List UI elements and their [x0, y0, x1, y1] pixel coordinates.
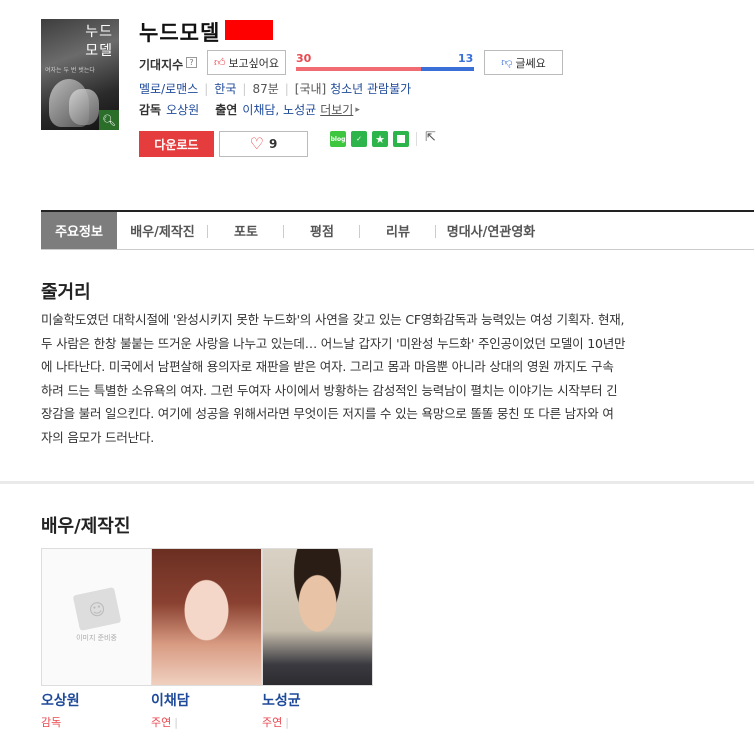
- nah-count: 13: [458, 52, 474, 65]
- cast-name[interactable]: 오상원: [41, 690, 152, 710]
- genre-link[interactable]: 멜로/로맨스: [139, 80, 198, 97]
- like-count: 9: [268, 137, 278, 151]
- cast-photo-placeholder[interactable]: ☺ 이미지 준비중: [41, 548, 152, 686]
- cast-role: 감독: [41, 716, 62, 729]
- tab-cast-crew[interactable]: 배우/제작진: [117, 212, 208, 249]
- expect-ratio-fill: [296, 67, 421, 71]
- tab-review[interactable]: 리뷰: [360, 212, 436, 249]
- synopsis-line: 에 나타난다. 미국에서 남편살해 용의자로 재판을 받은 여자. 그리고 몸과…: [41, 359, 614, 374]
- cast-label: 출연: [215, 103, 238, 117]
- synopsis-line: 두 사람은 한창 불붙는 뜨거운 사랑을 나누고 있는데… 어느날 갑자기 '미…: [41, 335, 626, 351]
- cast-section-title: 배우/제작진: [41, 516, 131, 537]
- want-count: 30: [296, 52, 312, 65]
- role-divider: |: [285, 716, 289, 729]
- share-out-icon[interactable]: ⇱: [425, 130, 436, 145]
- share-icons: blog ✓ ★: [330, 131, 409, 149]
- cast-card[interactable]: 노성균 주연 |: [262, 548, 373, 730]
- no-image-icon: ☺: [72, 587, 121, 631]
- synopsis-line: 하려 드는 특별한 소유욕의 여자. 그런 두여자 사이에서 방황하는 감성적인…: [41, 382, 618, 398]
- expect-ratio-bar: [296, 67, 474, 71]
- blog-icon[interactable]: blog: [330, 131, 346, 147]
- thumbs-up-icon: 👍︎: [213, 56, 226, 69]
- tab-bar: 주요정보 배우/제작진 포토 평점 리뷰 명대사/연관영화: [41, 210, 754, 250]
- role-divider: |: [174, 716, 178, 729]
- tab-cast-crew-label: 배우/제작진: [130, 225, 195, 240]
- cast-card[interactable]: 이채담 주연 |: [151, 548, 262, 730]
- cast-card[interactable]: ☺ 이미지 준비중 오상원 감독: [41, 548, 152, 730]
- star-icon[interactable]: ★: [372, 131, 388, 147]
- chevron-right-icon: ▸: [355, 104, 360, 115]
- movie-poster[interactable]: 누드 모델 여자는 두 번 벗는다 🔍︎: [41, 19, 119, 130]
- band-icon[interactable]: ✓: [351, 131, 367, 147]
- tab-photo-label: 포토: [234, 225, 258, 240]
- want-to-see-button[interactable]: 👍︎ 보고싶어요: [207, 50, 286, 75]
- expect-index-label: 기대지수: [139, 58, 184, 72]
- meta-divider: |: [284, 81, 289, 96]
- like-button[interactable]: ♡ 9: [219, 131, 308, 157]
- poster-title-line2: 모델: [85, 43, 113, 59]
- movie-title: 누드모델: [139, 21, 221, 45]
- no-image-text: 이미지 준비중: [76, 634, 117, 642]
- cast-role-row: 주연 |: [262, 714, 373, 730]
- rating-prefix: [국내]: [294, 82, 327, 96]
- synopsis-line: 미술학도였던 대학시절에 '완성시키지 못한 누드화'의 사연을 갖고 있는 C…: [41, 312, 625, 327]
- zoom-icon[interactable]: 🔍︎: [99, 110, 119, 130]
- tab-review-label: 리뷰: [386, 225, 410, 240]
- thumbs-down-icon: 👎︎: [501, 56, 513, 69]
- cast-photo[interactable]: [151, 548, 262, 686]
- cast-name[interactable]: 이채담: [151, 690, 262, 710]
- cast-links[interactable]: 이채담, 노성균: [242, 101, 316, 118]
- director-link[interactable]: 오상원: [166, 101, 199, 118]
- cast-role: 주연: [151, 716, 172, 729]
- poster-figure-2: [69, 89, 99, 125]
- cast-role: 주연: [262, 716, 283, 729]
- tab-quotes-related[interactable]: 명대사/연관영화: [436, 212, 546, 249]
- tab-main-info[interactable]: 주요정보: [41, 212, 117, 249]
- synopsis-line: 장감을 불러 일으킨다. 여기에 성공을 위해서라면 무엇이든 저지를 수 있는…: [41, 406, 614, 421]
- more-cast-link[interactable]: 더보기: [320, 101, 353, 118]
- director-label: 감독: [139, 103, 162, 117]
- heart-icon: ♡: [249, 134, 264, 153]
- poster-title: 누드 모델: [85, 23, 113, 61]
- help-icon[interactable]: ?: [186, 57, 197, 68]
- tab-photo[interactable]: 포토: [208, 212, 284, 249]
- bookmark-icon[interactable]: [393, 131, 409, 147]
- section-divider: [0, 481, 754, 484]
- tab-rating-label: 평점: [310, 225, 334, 240]
- redacted-block: [225, 20, 273, 40]
- cast-name[interactable]: 노성균: [262, 690, 373, 710]
- tab-rating[interactable]: 평점: [284, 212, 360, 249]
- poster-title-line1: 누드: [85, 24, 113, 40]
- meta-divider: |: [204, 81, 209, 96]
- runtime: 87분: [252, 82, 279, 96]
- movie-meta-row: 멜로/로맨스 | 한국 | 87분 | [국내] 청소년 관람불가: [139, 80, 411, 97]
- credits-row: 감독 오상원 출연 이채담, 노성균 더보기 ▸: [139, 101, 360, 118]
- download-button[interactable]: 다운로드: [139, 131, 214, 157]
- synopsis-title: 줄거리: [41, 282, 91, 303]
- meta-divider: |: [242, 81, 247, 96]
- share-divider: [416, 132, 417, 146]
- country-link[interactable]: 한국: [214, 80, 236, 97]
- cast-photo[interactable]: [262, 548, 373, 686]
- poster-subtitle: 여자는 두 번 벗는다: [45, 67, 95, 74]
- synopsis-text: 미술학도였던 대학시절에 '완성시키지 못한 누드화'의 사연을 갖고 있는 C…: [41, 308, 716, 449]
- synopsis-line: 자의 음모가 드러난다.: [41, 429, 155, 445]
- age-rating-link[interactable]: 청소년 관람불가: [330, 80, 411, 97]
- cast-role-row: 주연 |: [151, 714, 262, 730]
- not-sure-button[interactable]: 👎︎ 글쎄요: [484, 50, 563, 75]
- want-to-see-label: 보고싶어요: [228, 56, 280, 70]
- not-sure-label: 글쎄요: [515, 56, 546, 70]
